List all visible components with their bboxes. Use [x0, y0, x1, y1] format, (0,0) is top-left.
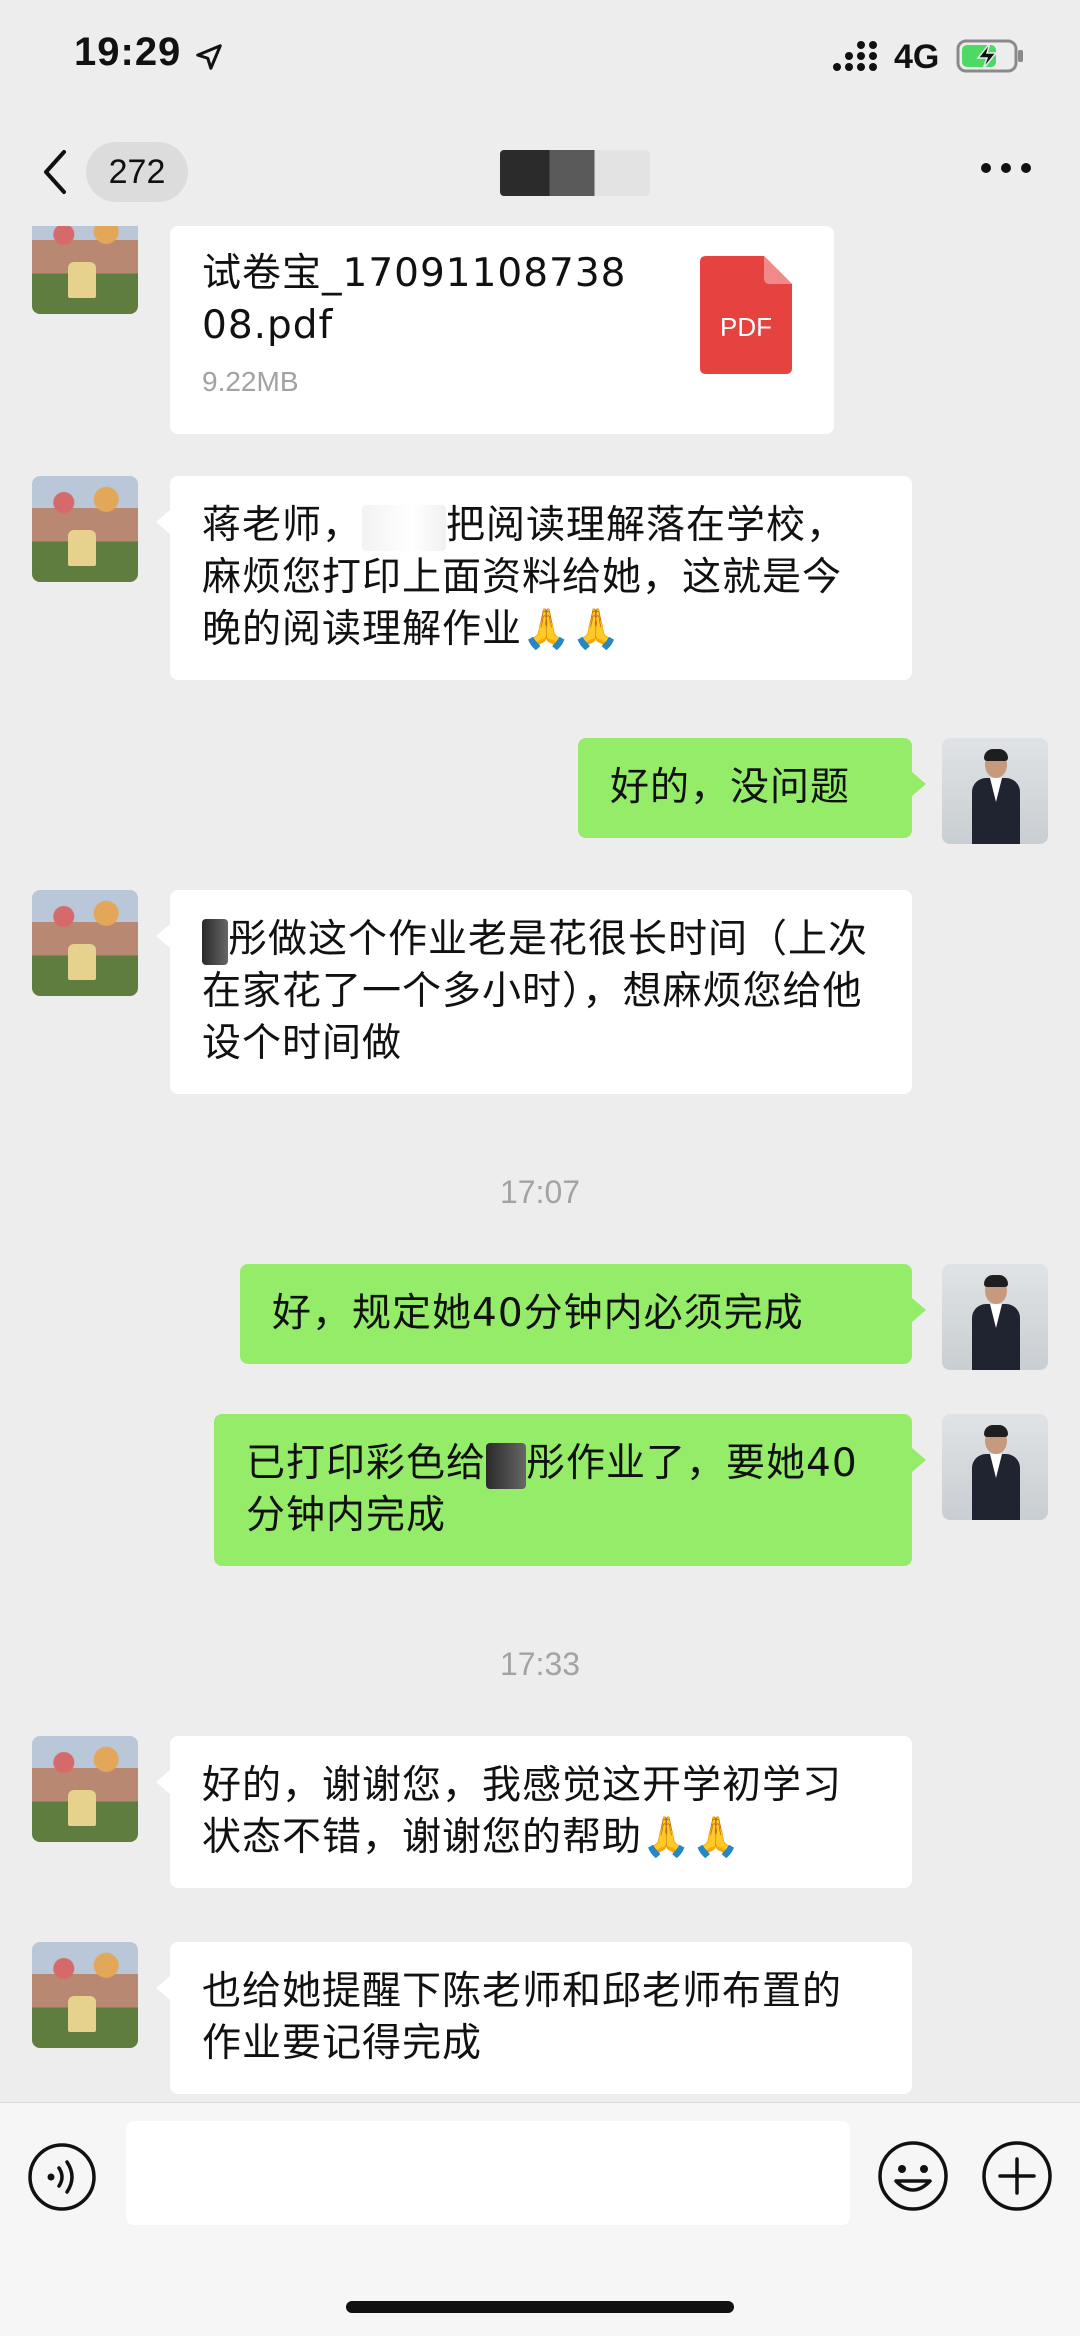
contact-avatar[interactable] [32, 226, 138, 314]
message-text: 已打印彩色给 [246, 1441, 487, 1486]
pdf-file-icon: PDF [700, 256, 792, 374]
plus-icon[interactable] [980, 2139, 1054, 2213]
location-arrow-icon [196, 44, 222, 70]
message-input[interactable] [126, 2121, 850, 2225]
status-bar: 19:29 4G [0, 0, 1080, 120]
my-avatar[interactable] [942, 738, 1048, 844]
message-bubble[interactable]: 也给她提醒下陈老师和邱老师布置的作业要记得完成 [156, 1942, 912, 2094]
my-avatar[interactable] [942, 1414, 1048, 1520]
message-text: 好的，没问题 [610, 765, 851, 810]
redacted-name [202, 918, 228, 965]
pdf-icon-label: PDF [720, 312, 772, 342]
battery-charging-icon [956, 39, 1023, 73]
message-bubble[interactable]: 好，规定她40分钟内必须完成 [240, 1264, 926, 1364]
message-text: 蒋老师， [202, 503, 363, 548]
message-outgoing: 已打印彩色给 彤作业了，要她40分钟内完成 [0, 1414, 1080, 1574]
message-bubble[interactable]: 蒋老师， 把阅读理解落在学校，麻烦您打印上面资料给她，这就是今晚的阅读理解作业🙏🙏 [156, 476, 912, 680]
contact-avatar[interactable] [32, 1942, 138, 2048]
message-text: 好，规定她40分钟内必须完成 [272, 1291, 804, 1336]
chat-header: 272 [0, 120, 1080, 226]
message-list[interactable]: 试卷宝_1709110873808.pdf 9.22MB PDF 蒋老师， 把阅读… [0, 226, 1080, 2102]
timestamp: 17:33 [499, 1646, 581, 1682]
contact-avatar[interactable] [32, 890, 138, 996]
input-bar [0, 2102, 1080, 2336]
back-chevron-icon[interactable] [38, 146, 72, 198]
message-bubble[interactable]: 好的，没问题 [578, 738, 926, 838]
message-outgoing: 好的，没问题 [0, 738, 1080, 848]
contact-avatar[interactable] [32, 476, 138, 582]
message-incoming: 也给她提醒下陈老师和邱老师布置的作业要记得完成 [0, 1942, 1080, 2102]
message-bubble[interactable]: 彤做这个作业老是花很长时间（上次在家花了一个多小时），想麻烦您给他设个时间做 [156, 890, 912, 1094]
more-icon[interactable] [978, 160, 1034, 176]
emoji-icon[interactable] [876, 2139, 950, 2213]
status-time: 19:29 [74, 30, 182, 74]
message-incoming: 好的，谢谢您，我感觉这开学初学习状态不错，谢谢您的帮助🙏🙏 [0, 1736, 1080, 1906]
my-avatar[interactable] [942, 1264, 1048, 1370]
home-indicator [346, 2301, 734, 2313]
file-name: 试卷宝_1709110873808.pdf [202, 251, 627, 348]
file-size: 9.22MB [202, 366, 299, 397]
contact-avatar[interactable] [32, 1736, 138, 1842]
message-incoming: 彤做这个作业老是花很长时间（上次在家花了一个多小时），想麻烦您给他设个时间做 [0, 890, 1080, 1110]
file-attachment-card[interactable]: 试卷宝_1709110873808.pdf 9.22MB PDF [170, 226, 834, 434]
message-file: 试卷宝_1709110873808.pdf 9.22MB PDF [0, 226, 1080, 436]
message-bubble[interactable]: 已打印彩色给 彤作业了，要她40分钟内完成 [214, 1414, 926, 1566]
message-text: 也给她提醒下陈老师和邱老师布置的作业要记得完成 [202, 1969, 843, 2066]
message-bubble[interactable]: 好的，谢谢您，我感觉这开学初学习状态不错，谢谢您的帮助🙏🙏 [156, 1736, 912, 1888]
message-outgoing: 好，规定她40分钟内必须完成 [0, 1264, 1080, 1374]
message-text: 好的，谢谢您，我感觉这开学初学习状态不错，谢谢您的帮助🙏🙏 [202, 1763, 843, 1860]
unread-count-badge[interactable]: 272 [86, 142, 188, 202]
redacted-name [362, 504, 447, 551]
signal-icon [833, 41, 877, 71]
message-text: 彤做这个作业老是花很长时间（上次在家花了一个多小时），想麻烦您给他设个时间做 [202, 917, 869, 1066]
voice-icon[interactable] [26, 2141, 98, 2213]
redacted-name [486, 1442, 527, 1489]
chat-title-redacted [500, 150, 650, 196]
network-type: 4G [894, 38, 940, 76]
timestamp: 17:07 [499, 1174, 581, 1210]
message-incoming: 蒋老师， 把阅读理解落在学校，麻烦您打印上面资料给她，这就是今晚的阅读理解作业🙏🙏 [0, 476, 1080, 696]
